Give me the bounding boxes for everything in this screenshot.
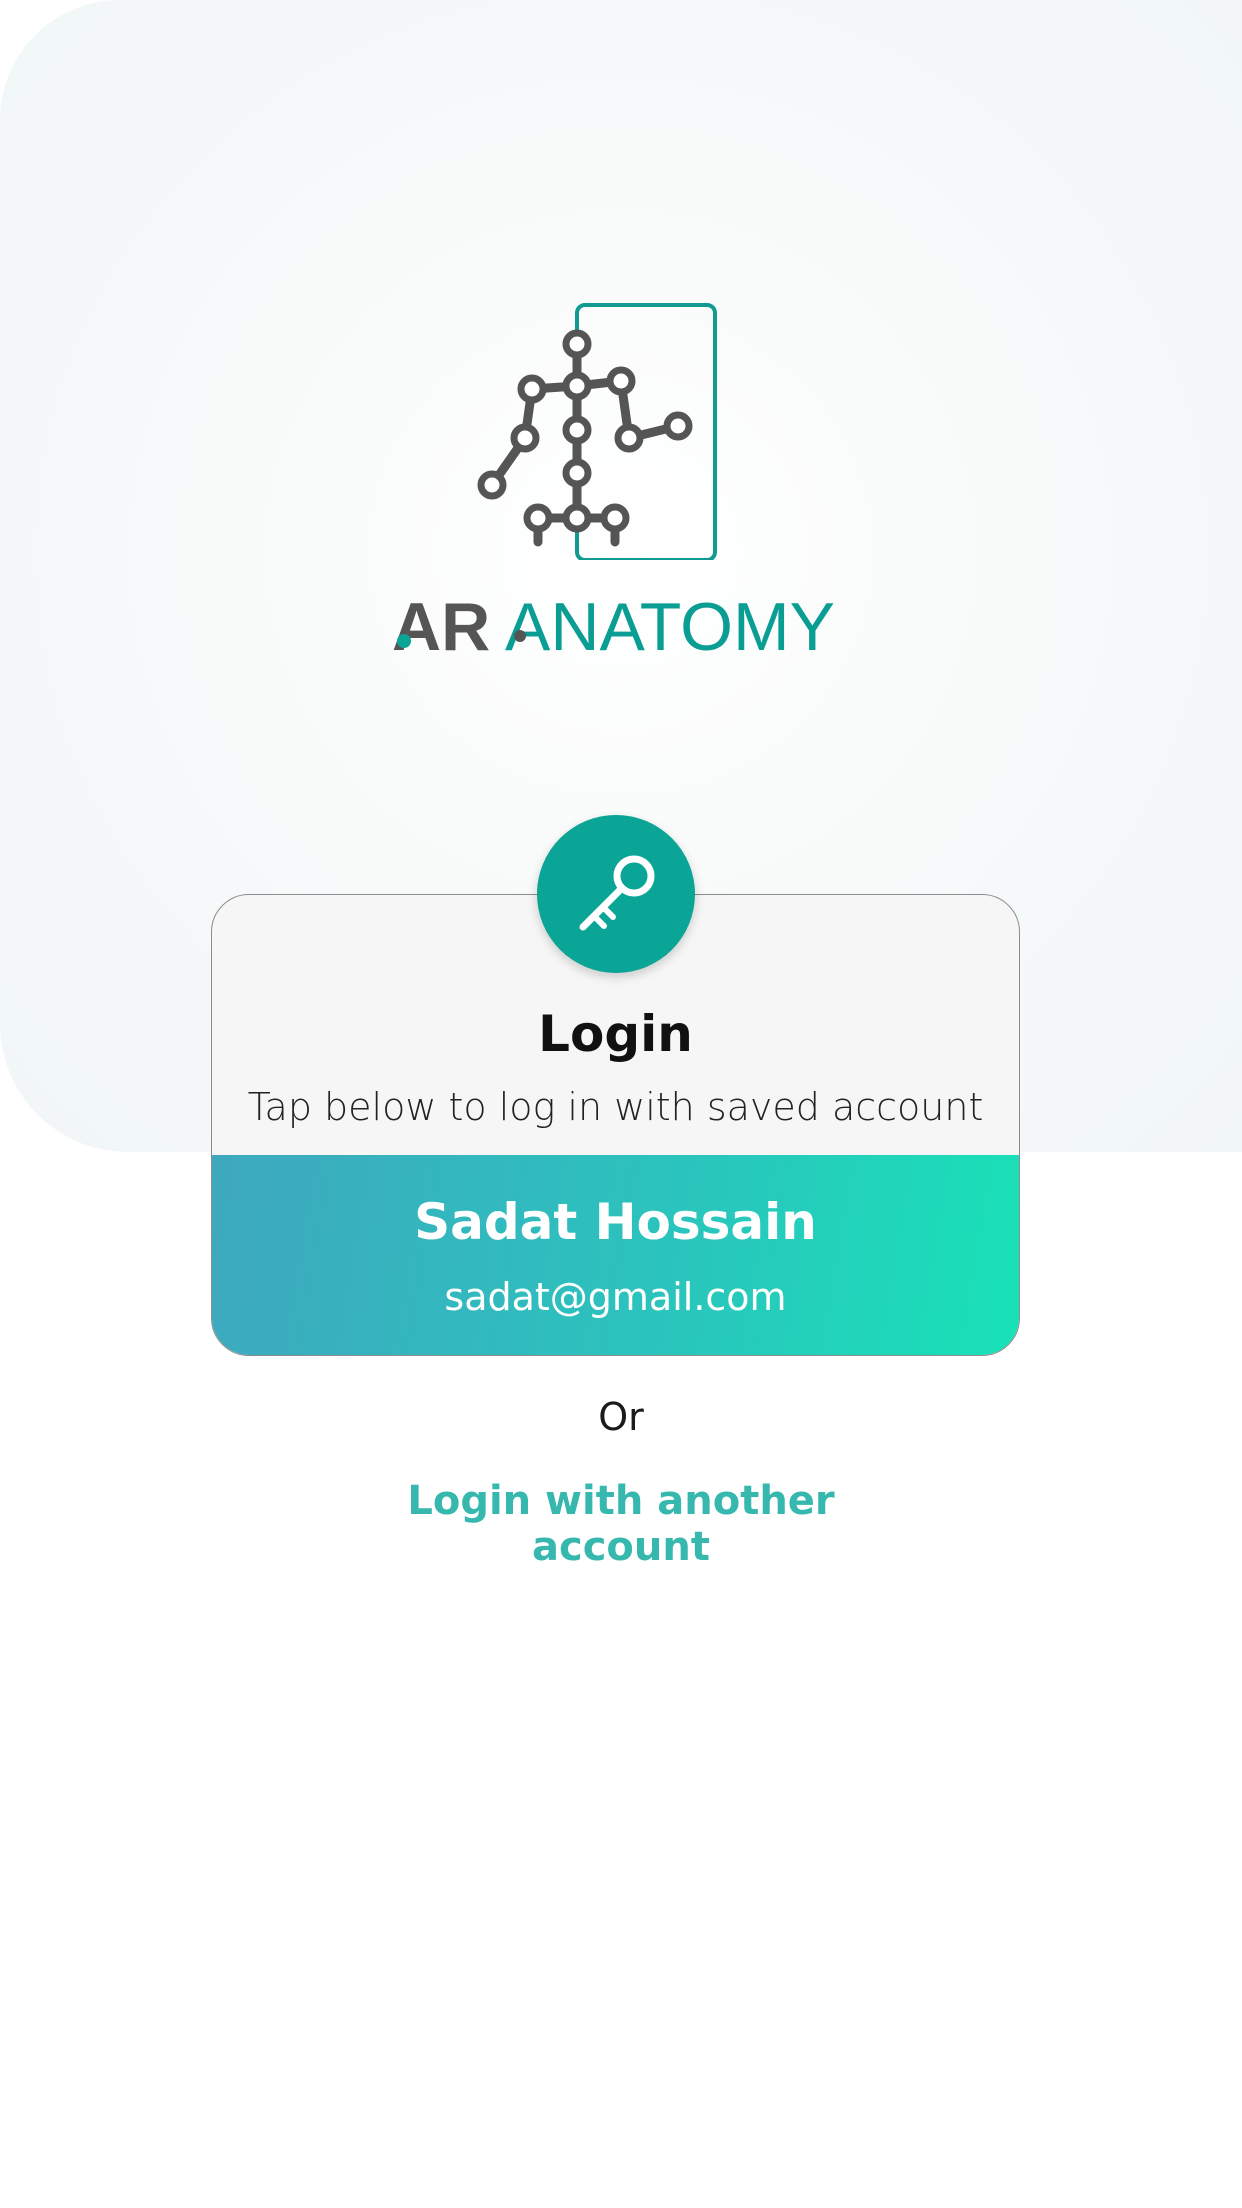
login-subtitle: Tap below to log in with saved account — [247, 1085, 984, 1129]
saved-account-name: Sadat Hossain — [414, 1193, 817, 1251]
login-another-account-link[interactable]: Login with another account — [321, 1478, 921, 1570]
brand-part2: ANATOMY — [505, 590, 835, 660]
saved-account-email: sadat@gmail.com — [444, 1275, 787, 1319]
app-logo: AR ANATOMY — [380, 280, 862, 680]
login-screen: AR ANATOMY Login Tap below to log in wit… — [0, 0, 1242, 2208]
brand-dot-icon — [397, 634, 411, 648]
brand-wordmark: AR ANATOMY — [392, 590, 835, 660]
separator-text: Or — [598, 1395, 644, 1439]
skeleton-figure-icon — [477, 303, 717, 560]
login-badge — [537, 815, 695, 973]
login-title: Login — [538, 1005, 693, 1063]
brand-part1: AR — [392, 590, 490, 660]
key-icon — [579, 855, 655, 931]
brand-dot2-icon — [514, 630, 526, 642]
saved-account-button[interactable]: Sadat Hossain sadat@gmail.com — [212, 1155, 1019, 1355]
